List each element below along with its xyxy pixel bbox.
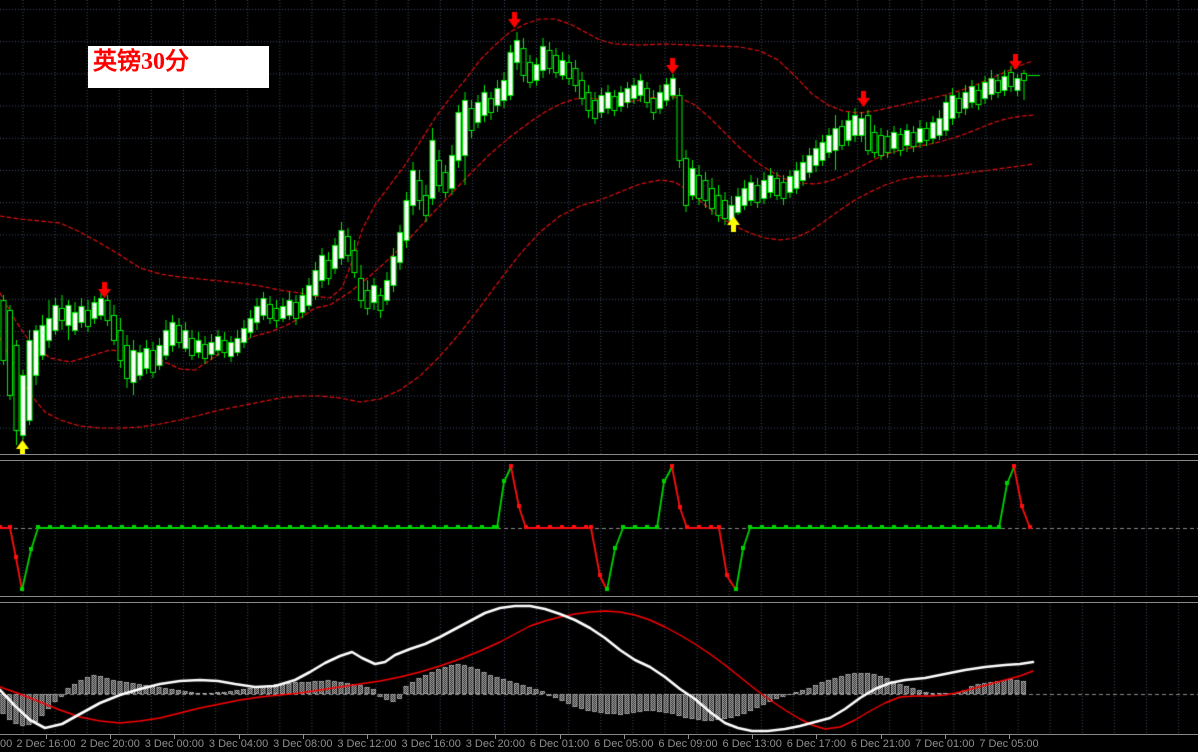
time-axis-label: 3 Dec 00:00	[144, 738, 205, 750]
time-axis[interactable]: 00 2 Dec 16:00 2 Dec 20:00 3 Dec 00:00 3 Dec…	[0, 735, 1198, 752]
chart-annotation-label[interactable]: 英镑30分	[88, 46, 269, 88]
time-axis-label: 3 Dec 08:00	[273, 738, 333, 750]
macd-panel[interactable]	[0, 603, 1198, 733]
time-axis-label: 6 Dec 05:00	[594, 738, 654, 750]
mt4-chart-window: 英镑30分 00 2 Dec 16:00 2 Dec 20:00 3 Dec 00:0…	[0, 0, 1198, 752]
panel-separator[interactable]	[0, 454, 1198, 461]
time-axis-label: 3 Dec 20:00	[465, 738, 526, 750]
time-axis-label: 3 Dec 12:00	[337, 738, 397, 750]
chart-title-text: 英镑30分	[93, 49, 189, 75]
time-axis-label: 7 Dec 01:00	[915, 738, 975, 750]
time-axis-label: 7 Dec 05:00	[979, 738, 1039, 750]
time-axis-label: 6 Dec 09:00	[658, 738, 718, 750]
time-axis-label: 2 Dec 16:00	[16, 738, 76, 750]
trend-signal-panel[interactable]	[0, 461, 1198, 596]
time-axis-label: 3 Dec 04:00	[208, 738, 269, 750]
time-axis-label: 6 Dec 01:00	[529, 738, 590, 750]
time-axis-label: 6 Dec 17:00	[786, 738, 847, 750]
time-axis-label: 3 Dec 16:00	[401, 738, 461, 750]
time-axis-label: 2 Dec 20:00	[80, 738, 140, 750]
time-axis-label: 6 Dec 13:00	[722, 738, 782, 750]
time-axis-label-partial: 00	[0, 738, 13, 750]
panel-separator[interactable]	[0, 596, 1198, 603]
time-axis-label: 6 Dec 21:00	[850, 738, 911, 750]
